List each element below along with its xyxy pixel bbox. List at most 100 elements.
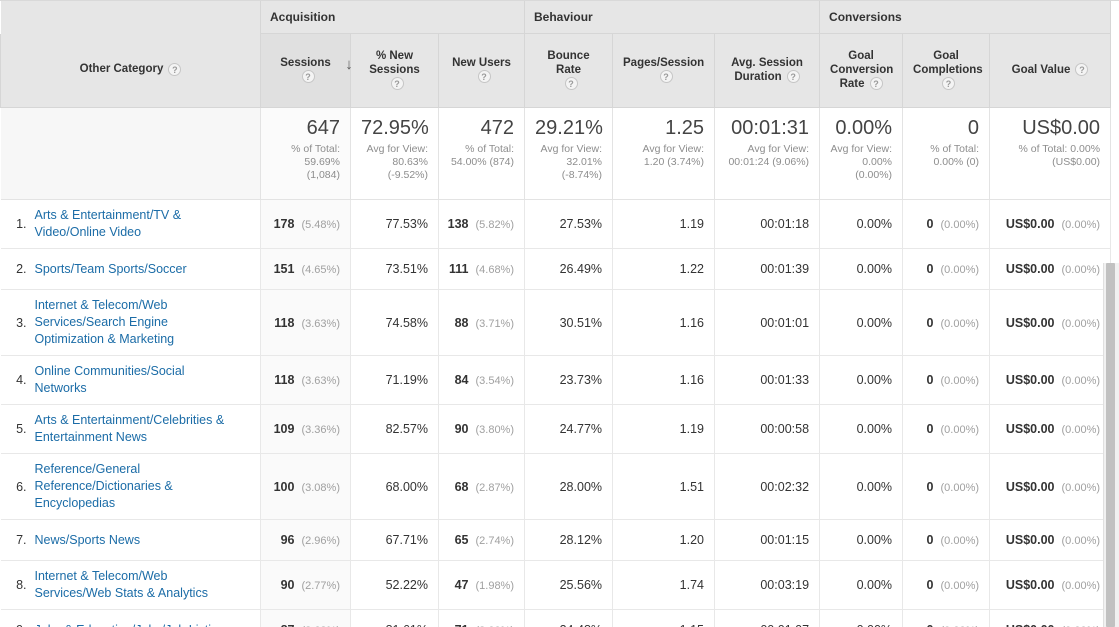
cell-percentage: (3.80%)	[475, 424, 515, 436]
dimension-corner-cell	[0, 0, 261, 34]
column-header-label: Sessions	[280, 56, 331, 69]
column-header-label: Other Category	[79, 63, 164, 76]
summary-subtext: % of Total: 59.69% (1,084)	[291, 143, 340, 181]
cell-value: 34.48%	[560, 623, 602, 627]
cell-value: 118	[274, 373, 295, 387]
column-header-goal-conversion-rate[interactable]: Goal Conversion Rate?	[819, 33, 904, 108]
summary-subtext: Avg for View: 00:01:24 (9.06%)	[728, 143, 810, 168]
cell-value: 0	[926, 479, 934, 494]
group-label-conversions: Conversions	[829, 10, 902, 24]
cell-goal-conversion-rate: 0.00%	[819, 248, 904, 290]
column-header-avg-session-duration[interactable]: Avg. Session Duration?	[714, 33, 821, 108]
column-header-sessions[interactable]: Sessions ↓ ?	[260, 33, 353, 108]
cell-value: 0	[927, 623, 934, 627]
cell-category: 2. Sports/Team Sports/Soccer	[0, 248, 261, 290]
summary-subtext: Avg for View: 32.01% (-8.74%)	[540, 143, 603, 181]
help-icon[interactable]: ?	[786, 69, 800, 83]
cell-value: 0	[926, 578, 934, 592]
cell-sessions: 178 (5.48%)	[260, 199, 351, 249]
cell-new-users: 65 (2.74%)	[437, 519, 526, 561]
help-icon[interactable]: ?	[1075, 62, 1089, 76]
help-icon[interactable]: ?	[477, 69, 491, 83]
cell-new-sessions-pct: 68.00%	[350, 453, 439, 520]
cell-bounce-rate: 24.77%	[524, 404, 614, 454]
cell-percentage: (3.54%)	[475, 375, 515, 387]
group-header-conversions: Conversions	[819, 0, 1112, 34]
cell-bounce-rate: 25.56%	[524, 560, 614, 610]
help-icon[interactable]: ?	[564, 76, 578, 90]
cell-bounce-rate: 26.49%	[524, 248, 614, 290]
row-index: 3.	[16, 315, 27, 330]
cell-pages-session: 1.19	[612, 199, 716, 249]
cell-percentage: (0.00%)	[1061, 535, 1101, 547]
column-header-other-category[interactable]: Other Category?	[0, 33, 261, 108]
cell-value: 00:01:07	[760, 623, 809, 627]
cell-goal-completions: 0 (0.00%)	[902, 248, 991, 290]
column-header-goal-value[interactable]: Goal Value?	[989, 33, 1112, 108]
help-icon[interactable]: ?	[942, 76, 956, 90]
category-link[interactable]: Online Communities/Social Networks	[35, 363, 235, 397]
help-icon[interactable]: ?	[301, 69, 315, 83]
cell-avg-session-duration: 00:00:58	[714, 404, 821, 454]
cell-percentage: (0.00%)	[1061, 317, 1101, 330]
cell-category: 5. Arts & Entertainment/Celebrities & Ent…	[0, 404, 261, 454]
summary-cell-goal-completions: 0 % of Total: 0.00% (0)	[902, 107, 991, 200]
cell-goal-value: US$0.00(0.00%)	[989, 355, 1112, 405]
cell-goal-conversion-rate: 0.00%	[819, 453, 904, 520]
cell-percentage: (0.00%)	[1061, 375, 1101, 387]
sort-descending-icon[interactable]: ↓	[345, 57, 353, 72]
summary-cell-new-users: 472 % of Total: 54.00% (874)	[437, 107, 526, 200]
category-link[interactable]: Internet & Telecom/Web Services/Web Stat…	[35, 568, 235, 602]
help-icon[interactable]: ?	[168, 62, 182, 76]
table-row: 2. Sports/Team Sports/Soccer 151 (4.65%) 73.…	[0, 248, 1112, 290]
row-index: 1.	[16, 217, 27, 231]
cell-percentage: (0.00%)	[940, 424, 980, 436]
cell-value: US$0.00	[1005, 217, 1055, 231]
cell-value: US$0.00	[1005, 262, 1055, 276]
column-header-goal-completions[interactable]: Goal Completions ?	[902, 33, 991, 108]
cell-sessions: 118 (3.63%)	[260, 355, 351, 405]
cell-value: 0.00%	[856, 373, 893, 387]
cell-new-users: 90 (3.80%)	[437, 404, 526, 454]
cell-value: 68	[454, 479, 469, 494]
cell-percentage: (0.00%)	[1061, 219, 1101, 231]
cell-value: 73.51%	[385, 262, 428, 276]
cell-percentage: (0.00%)	[940, 535, 980, 547]
column-header-bounce-rate[interactable]: Bounce Rate ?	[524, 33, 614, 108]
scrollbar-thumb[interactable]	[1106, 263, 1115, 627]
category-link[interactable]: Arts & Entertainment/Celebrities & Enter…	[35, 412, 235, 446]
cell-goal-completions: 0 (0.00%)	[902, 519, 991, 561]
category-link[interactable]: Sports/Team Sports/Soccer	[35, 261, 187, 278]
help-icon[interactable]: ?	[659, 69, 673, 83]
category-link[interactable]: News/Sports News	[35, 532, 141, 549]
cell-new-sessions-pct: 52.22%	[350, 560, 439, 610]
cell-value: 00:01:18	[760, 217, 810, 231]
cell-goal-completions: 0 (0.00%)	[902, 199, 991, 249]
column-header-new-users[interactable]: New Users ?	[437, 33, 526, 108]
summary-dimension-cell	[0, 107, 261, 200]
cell-percentage: (0.00%)	[940, 375, 980, 387]
cell-percentage: (3.63%)	[301, 317, 340, 330]
cell-value: 00:01:01	[760, 315, 810, 330]
category-link[interactable]: Reference/General Reference/Dictionaries…	[35, 461, 235, 512]
cell-new-sessions-pct: 81.61%	[350, 609, 439, 627]
cell-value: 1.16	[679, 373, 705, 387]
category-link[interactable]: Jobs & Education/Jobs/Job Listings	[35, 622, 232, 627]
cell-category: 6. Reference/General Reference/Dictionari…	[0, 453, 261, 520]
column-header-pages-session[interactable]: Pages/Session ?	[612, 33, 716, 108]
category-link[interactable]: Internet & Telecom/Web Services/Search E…	[35, 297, 235, 348]
summary-cell-sessions: 647 % of Total: 59.69% (1,084)	[260, 107, 351, 200]
category-link[interactable]: Arts & Entertainment/TV & Video/Online V…	[35, 207, 235, 241]
cell-percentage: (0.00%)	[940, 580, 980, 592]
help-icon[interactable]: ?	[869, 76, 883, 90]
cell-goal-value: US$0.00(0.00%)	[989, 609, 1112, 627]
column-header-new-sessions-pct[interactable]: % New Sessions ?	[350, 33, 439, 108]
cell-category: 1. Arts & Entertainment/TV & Video/Online…	[0, 199, 261, 249]
cell-value: 87	[281, 623, 295, 627]
cell-value: 88	[454, 315, 469, 330]
cell-value: 81.61%	[386, 623, 428, 627]
cell-value: 00:01:39	[760, 262, 810, 276]
vertical-scrollbar[interactable]	[1103, 263, 1119, 627]
help-icon[interactable]: ?	[390, 76, 404, 90]
cell-goal-value: US$0.00(0.00%)	[989, 560, 1112, 610]
